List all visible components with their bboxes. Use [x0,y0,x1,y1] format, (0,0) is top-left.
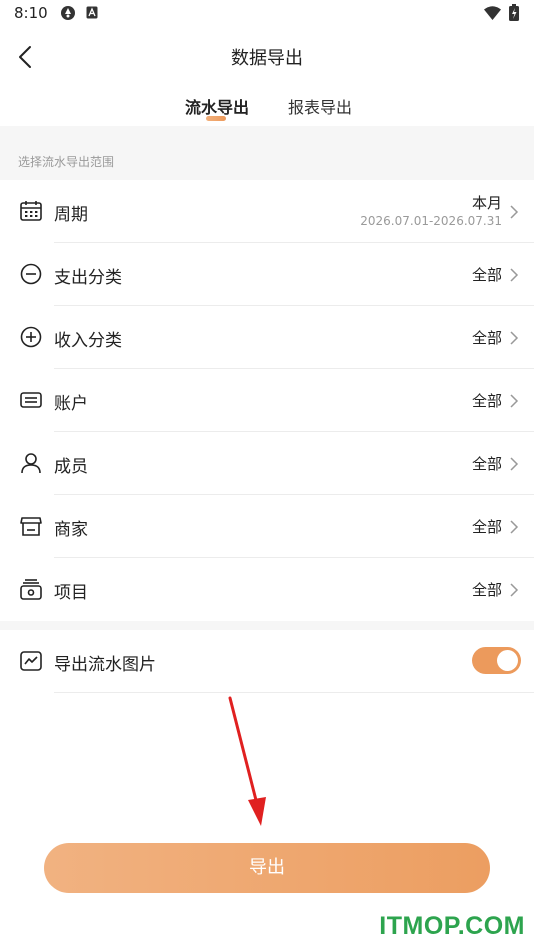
tab-bar: 流水导出 报表导出 [0,84,534,126]
row-label: 导出流水图片 [54,655,156,675]
active-tab-indicator [206,116,226,121]
row-value: 本月 [471,194,502,212]
store-icon [20,517,42,536]
chevron-right-icon [510,268,519,282]
row-project[interactable]: 项目 全部 [0,558,534,621]
tab-flow-export[interactable]: 流水导出 [185,94,249,118]
row-label: 收入分类 [54,331,122,351]
chevron-right-icon [510,583,519,597]
wifi-icon [484,6,501,20]
watermark: ITMOP.COM [379,912,525,940]
row-label: 账户 [54,394,88,414]
chevron-right-icon [510,331,519,345]
row-label: 支出分类 [54,268,122,288]
row-expense-category[interactable]: 支出分类 全部 [0,243,534,306]
row-value: 全部 [471,581,502,599]
text-notification-icon [86,6,98,19]
status-bar: 8:10 [0,0,534,28]
card-icon [20,392,42,408]
row-value: 全部 [471,392,502,410]
tab-report-export[interactable]: 报表导出 [288,94,352,118]
status-time: 8:10 [14,4,48,22]
row-export-image: 导出流水图片 [0,630,534,693]
row-date-range: 2026.07.01-2026.07.31 [360,214,502,228]
export-button[interactable]: 导出 [44,843,490,893]
export-image-toggle[interactable] [472,647,521,674]
row-value: 全部 [471,266,502,284]
row-value: 全部 [471,518,502,536]
page-title: 数据导出 [231,48,303,69]
row-account[interactable]: 账户 全部 [0,369,534,432]
section-label: 选择流水导出范围 [18,155,115,169]
row-income-category[interactable]: 收入分类 全部 [0,306,534,369]
app-notification-icon [61,6,75,20]
chevron-right-icon [510,457,519,471]
row-member[interactable]: 成员 全部 [0,432,534,495]
chevron-right-icon [510,520,519,534]
minus-circle-icon [20,263,42,285]
calendar-icon [20,201,42,221]
project-icon [20,579,42,600]
person-icon [21,453,41,474]
section-header: 选择流水导出范围 [0,126,534,180]
row-merchant[interactable]: 商家 全部 [0,495,534,558]
row-label: 商家 [54,520,88,540]
row-label: 周期 [54,205,88,225]
row-label: 项目 [54,583,88,603]
top-nav-bar: 数据导出 [0,28,534,84]
plus-circle-icon [20,326,42,348]
section-gap [0,621,534,630]
row-period[interactable]: 周期 本月 2026.07.01-2026.07.31 [0,180,534,243]
chevron-right-icon [510,205,519,219]
toggle-knob [497,650,518,671]
battery-icon [509,4,519,21]
row-value: 全部 [471,329,502,347]
row-label: 成员 [54,457,88,477]
chevron-right-icon [510,394,519,408]
annotation-arrow-icon [228,696,266,826]
chart-image-icon [20,651,42,671]
row-value: 全部 [471,455,502,473]
divider [54,692,534,693]
